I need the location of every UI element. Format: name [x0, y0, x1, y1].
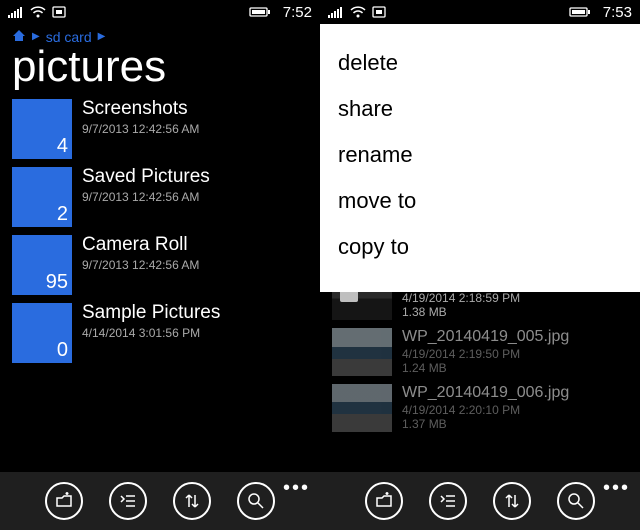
folder-date: 9/7/2013 12:42:56 AM [82, 122, 199, 136]
select-button[interactable] [429, 482, 467, 520]
folder-text: Saved Pictures 9/7/2013 12:42:56 AM [82, 167, 210, 204]
file-name: WP_20140419_006.jpg [402, 384, 569, 402]
file-date: 4/19/2014 2:20:10 PM [402, 403, 569, 417]
file-text: WP_20140419_005.jpg 4/19/2014 2:19:50 PM… [402, 328, 569, 375]
search-button[interactable] [557, 482, 595, 520]
menu-item-share[interactable]: share [338, 90, 622, 136]
phone-left: 7:52 ▶ sd card ▶ pictures 4 Screenshots … [0, 0, 320, 530]
folder-count: 2 [57, 203, 68, 226]
signal-icon [328, 6, 344, 18]
folder-date: 9/7/2013 12:42:56 AM [82, 258, 199, 272]
folder-name: Saved Pictures [82, 167, 210, 188]
status-left [328, 6, 386, 18]
folder-name: Sample Pictures [82, 303, 220, 324]
search-button[interactable] [237, 482, 275, 520]
select-button[interactable] [109, 482, 147, 520]
folder-name: Screenshots [82, 99, 199, 120]
sort-button[interactable] [493, 482, 531, 520]
status-bar: 7:53 [320, 0, 640, 24]
nfc-icon [372, 6, 386, 18]
more-button[interactable]: ••• [283, 478, 310, 498]
file-size: 1.38 MB [402, 305, 569, 319]
battery-icon [249, 6, 271, 18]
app-bar: ••• [0, 472, 320, 530]
status-bar: 7:52 [0, 0, 320, 24]
folder-date: 4/14/2014 3:01:56 PM [82, 326, 220, 340]
folder-count: 0 [57, 339, 68, 362]
signal-icon [8, 6, 24, 18]
folder-date: 9/7/2013 12:42:56 AM [82, 190, 210, 204]
page-title: pictures [0, 45, 320, 99]
new-folder-button[interactable] [365, 482, 403, 520]
menu-item-copy-to[interactable]: copy to [338, 228, 622, 274]
file-row[interactable]: WP_20140419_005.jpg 4/19/2014 2:19:50 PM… [332, 328, 628, 376]
folder-row[interactable]: 4 Screenshots 9/7/2013 12:42:56 AM [12, 99, 308, 159]
battery-icon [569, 6, 591, 18]
file-name: WP_20140419_005.jpg [402, 328, 569, 346]
wifi-icon [350, 6, 366, 18]
file-size: 1.37 MB [402, 417, 569, 431]
folder-tile: 95 [12, 235, 72, 295]
chevron-right-icon: ▶ [32, 31, 40, 42]
folder-row[interactable]: 0 Sample Pictures 4/14/2014 3:01:56 PM [12, 303, 308, 363]
folder-text: Camera Roll 9/7/2013 12:42:56 AM [82, 235, 199, 272]
folder-text: Sample Pictures 4/14/2014 3:01:56 PM [82, 303, 220, 340]
sort-button[interactable] [173, 482, 211, 520]
context-menu: delete share rename move to copy to [320, 24, 640, 292]
file-size: 1.24 MB [402, 361, 569, 375]
menu-item-rename[interactable]: rename [338, 136, 622, 182]
file-row[interactable]: WP_20140419_006.jpg 4/19/2014 2:20:10 PM… [332, 384, 628, 432]
clock: 7:53 [603, 4, 632, 21]
folder-name: Camera Roll [82, 235, 199, 256]
folder-list: 4 Screenshots 9/7/2013 12:42:56 AM 2 Sav… [0, 99, 320, 363]
file-text: WP_20140419_006.jpg 4/19/2014 2:20:10 PM… [402, 384, 569, 431]
app-bar: ••• [320, 472, 640, 530]
folder-tile: 2 [12, 167, 72, 227]
folder-count: 4 [57, 135, 68, 158]
file-date: 4/19/2014 2:18:59 PM [402, 291, 569, 305]
folder-count: 95 [46, 271, 68, 294]
status-right: 7:52 [249, 4, 312, 21]
menu-item-move-to[interactable]: move to [338, 182, 622, 228]
folder-text: Screenshots 9/7/2013 12:42:56 AM [82, 99, 199, 136]
more-button[interactable]: ••• [603, 478, 630, 498]
clock: 7:52 [283, 4, 312, 21]
status-right: 7:53 [569, 4, 632, 21]
file-date: 4/19/2014 2:19:50 PM [402, 347, 569, 361]
folder-row[interactable]: 95 Camera Roll 9/7/2013 12:42:56 AM [12, 235, 308, 295]
folder-tile: 0 [12, 303, 72, 363]
chevron-right-icon: ▶ [98, 31, 106, 42]
folder-row[interactable]: 2 Saved Pictures 9/7/2013 12:42:56 AM [12, 167, 308, 227]
new-folder-button[interactable] [45, 482, 83, 520]
phone-right: 7:53 delete share rename move to copy to… [320, 0, 640, 530]
wifi-icon [30, 6, 46, 18]
file-thumbnail [332, 384, 392, 432]
file-list: WP_20140419_004.jpg 4/19/2014 2:18:59 PM… [320, 272, 640, 432]
nfc-icon [52, 6, 66, 18]
menu-item-delete[interactable]: delete [338, 44, 622, 90]
status-left [8, 6, 66, 18]
folder-tile: 4 [12, 99, 72, 159]
file-thumbnail [332, 328, 392, 376]
